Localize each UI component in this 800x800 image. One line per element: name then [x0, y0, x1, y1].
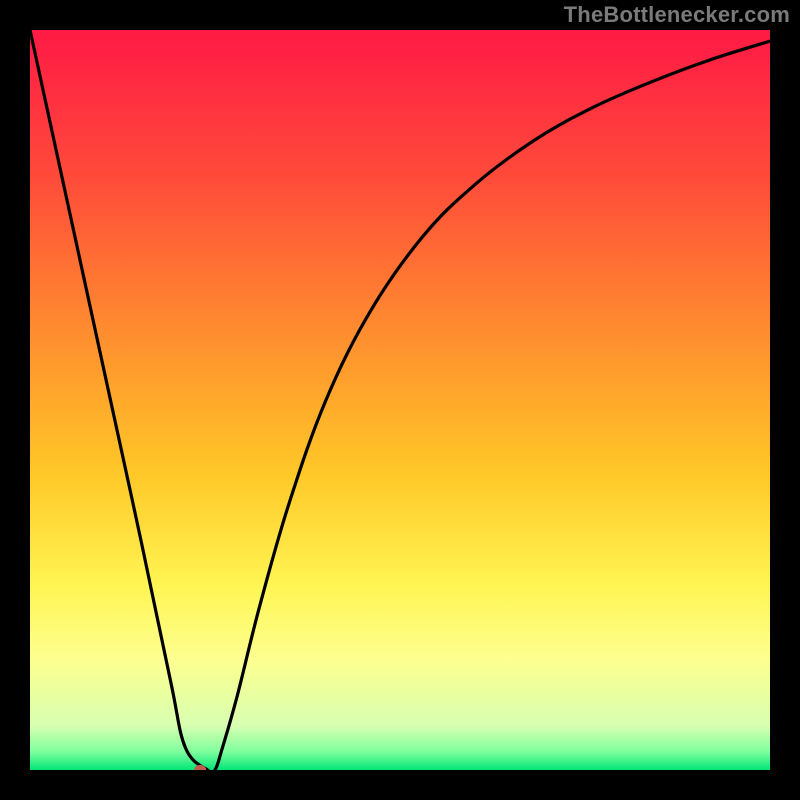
- bottleneck-curve-layer: [30, 30, 770, 770]
- bottleneck-curve: [30, 30, 770, 770]
- optimum-marker: [194, 765, 206, 770]
- chart-container: TheBottlenecker.com: [0, 0, 800, 800]
- plot-area: [30, 30, 770, 770]
- source-watermark: TheBottlenecker.com: [564, 2, 790, 28]
